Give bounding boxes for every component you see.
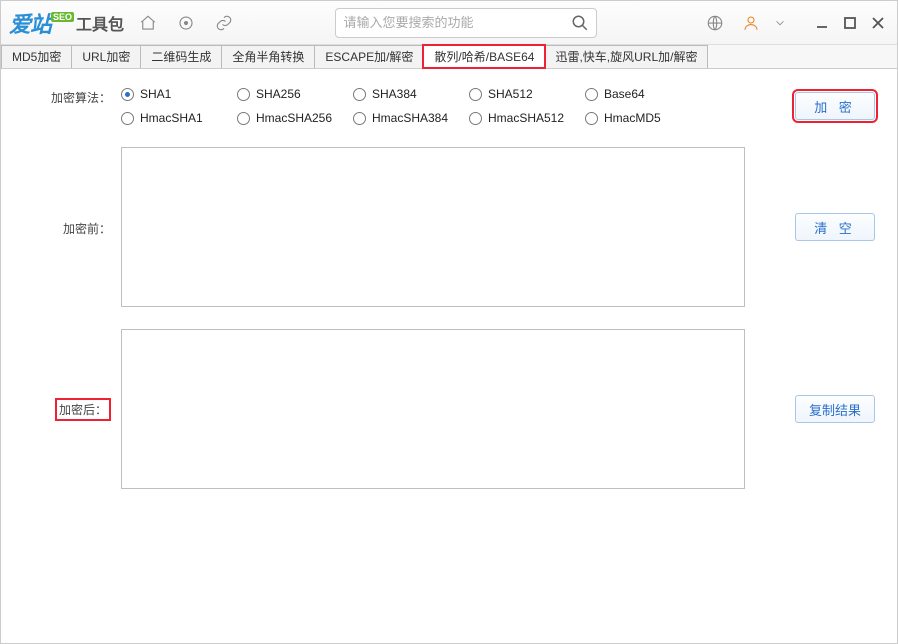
copy-button-col: 复制结果 [755, 329, 875, 489]
radio-hmacsha1[interactable]: HmacSHA1 [121, 111, 237, 125]
algorithm-group: SHA1 SHA256 SHA384 SHA512 Base64 HmacSHA… [121, 87, 745, 125]
tab-escape[interactable]: ESCAPE加/解密 [314, 45, 424, 68]
input-before[interactable] [121, 147, 745, 307]
radio-hmacmd5[interactable]: HmacMD5 [585, 111, 701, 125]
tab-fullwidth[interactable]: 全角半角转换 [221, 45, 315, 68]
logo-badge: SEO [51, 12, 74, 22]
globe-icon[interactable] [701, 9, 729, 37]
label-after-wrap: 加密后： [23, 398, 111, 421]
tab-hash-base64[interactable]: 散列/哈希/BASE64 [423, 45, 545, 68]
header-right-icons [701, 9, 787, 37]
copy-result-button[interactable]: 复制结果 [795, 395, 875, 423]
target-icon[interactable] [172, 9, 200, 37]
link-icon[interactable] [210, 9, 238, 37]
label-after: 加密后： [55, 398, 111, 421]
tab-qrcode[interactable]: 二维码生成 [140, 45, 222, 68]
radio-hmacsha512[interactable]: HmacSHA512 [469, 111, 585, 125]
label-algorithm: 加密算法： [23, 87, 111, 106]
content-area: 加密算法： SHA1 SHA256 SHA384 SHA512 Base64 H… [1, 69, 897, 507]
window-controls [811, 12, 889, 34]
search-button[interactable] [564, 9, 596, 37]
tab-thunder-url[interactable]: 迅雷,快车,旋风URL加/解密 [544, 45, 708, 68]
radio-hmacsha384[interactable]: HmacSHA384 [353, 111, 469, 125]
logo-brand-left: 爱站 [9, 7, 51, 39]
maximize-button[interactable] [839, 12, 861, 34]
output-after[interactable] [121, 329, 745, 489]
algo-row-1: SHA1 SHA256 SHA384 SHA512 Base64 [121, 87, 745, 101]
clear-button-col: 清 空 [755, 147, 875, 307]
radio-base64[interactable]: Base64 [585, 87, 701, 101]
titlebar: 爱站 SEO 工具包 [1, 1, 897, 45]
radio-sha384[interactable]: SHA384 [353, 87, 469, 101]
encrypt-button[interactable]: 加 密 [795, 92, 875, 120]
close-button[interactable] [867, 12, 889, 34]
tool-tabs: MD5加密 URL加密 二维码生成 全角半角转换 ESCAPE加/解密 散列/哈… [1, 45, 897, 69]
user-icon[interactable] [737, 9, 765, 37]
tab-url-encrypt[interactable]: URL加密 [71, 45, 141, 68]
radio-sha1[interactable]: SHA1 [121, 87, 237, 101]
search-box [335, 8, 597, 38]
encrypt-button-col: 加 密 [755, 87, 875, 125]
home-icon[interactable] [134, 9, 162, 37]
radio-sha512[interactable]: SHA512 [469, 87, 585, 101]
logo-brand-right: 工具包 [76, 11, 124, 35]
radio-hmacsha256[interactable]: HmacSHA256 [237, 111, 353, 125]
label-before: 加密前： [23, 218, 111, 237]
tab-md5[interactable]: MD5加密 [1, 45, 72, 68]
clear-button[interactable]: 清 空 [795, 213, 875, 241]
algo-row-2: HmacSHA1 HmacSHA256 HmacSHA384 HmacSHA51… [121, 111, 745, 125]
dropdown-caret-icon[interactable] [773, 9, 787, 37]
minimize-button[interactable] [811, 12, 833, 34]
search-input[interactable] [336, 15, 564, 30]
app-logo: 爱站 SEO 工具包 [9, 7, 124, 39]
radio-sha256[interactable]: SHA256 [237, 87, 353, 101]
